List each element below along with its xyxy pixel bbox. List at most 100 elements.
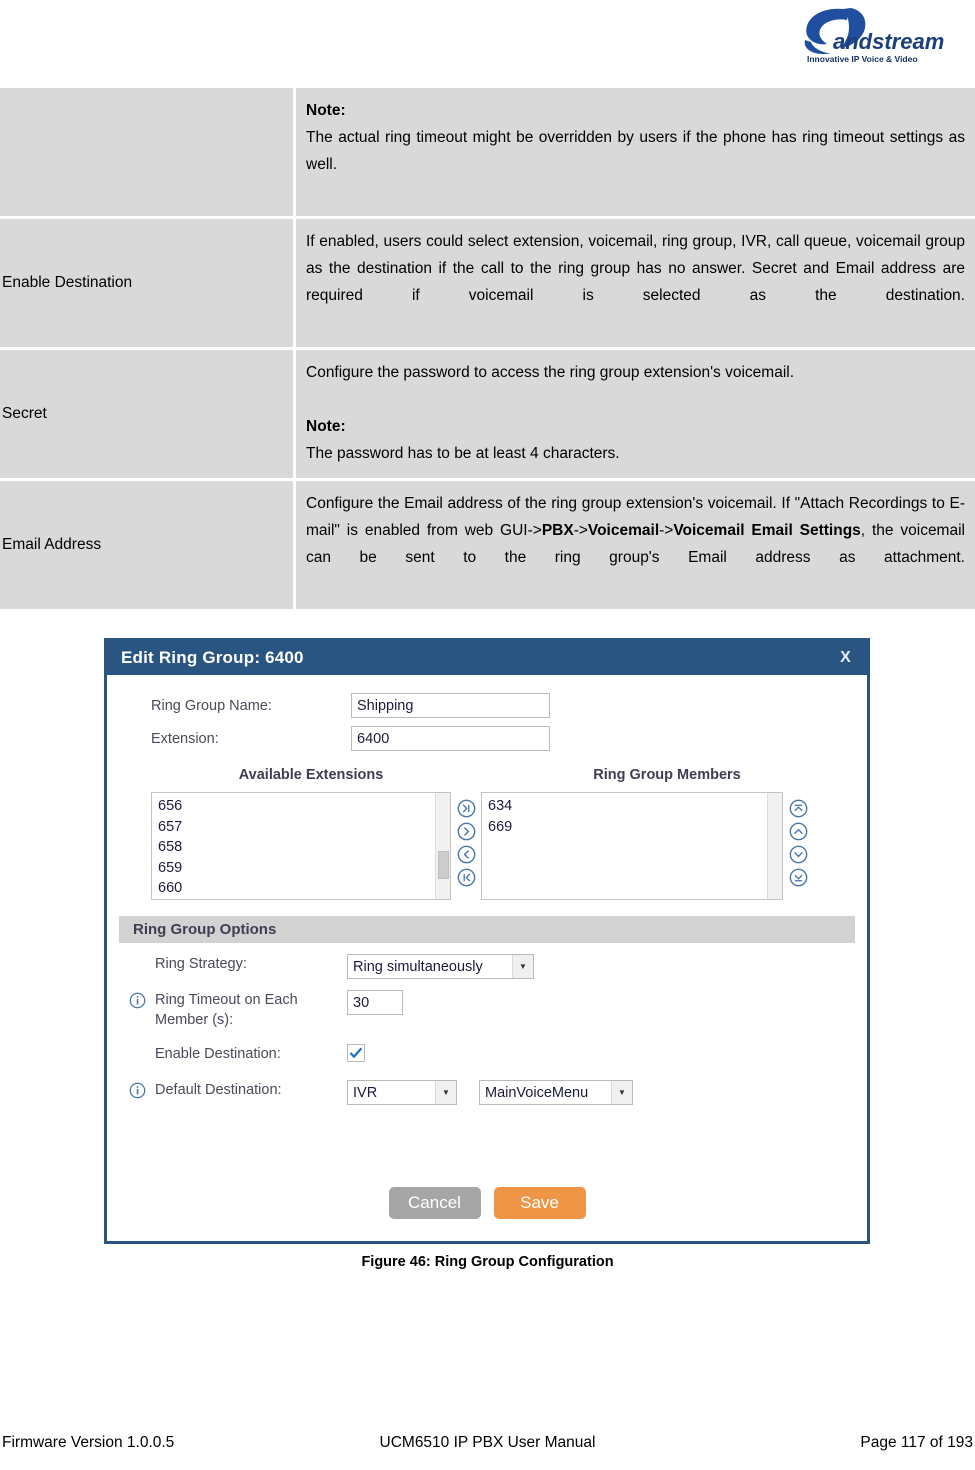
desc-bold-pbx: PBX [541,522,574,539]
available-extensions-items: 656 657 658 659 660 661 [152,793,450,900]
document-page: andstream Innovative IP Voice & Video No… [0,0,975,1470]
footer-manual-title: UCM6510 IP PBX User Manual [379,1434,596,1451]
chevron-down-icon: ▼ [512,955,533,978]
save-button[interactable]: Save [493,1187,586,1219]
ring-group-options-header: Ring Group Options [119,916,855,943]
row-label-enable-destination: Enable Destination [0,216,296,347]
default-destination-target-select[interactable]: MainVoiceMenu ▼ [479,1080,633,1105]
list-item[interactable]: 660 [158,878,450,899]
row-description-enable-destination: If enabled, users could select extension… [296,216,975,347]
ring-group-members-list[interactable]: 634 669 [481,792,783,900]
dialog-button-row: Cancel Save [107,1187,867,1219]
ring-group-name-input[interactable]: Shipping [351,693,550,718]
chevron-down-icon: ▼ [611,1081,632,1104]
list-item[interactable]: 661 [158,899,450,900]
info-icon-wrapper [129,990,155,1014]
footer-firmware-version: Firmware Version 1.0.0.5 [2,1434,175,1451]
dual-list-headers: Available Extensions Ring Group Members [107,767,867,783]
description-text: Configure the password to access the rin… [306,364,795,381]
note-heading: Note: [306,102,346,119]
move-all-right-icon[interactable] [457,799,476,818]
default-destination-label: Default Destination: [155,1082,282,1098]
move-up-icon[interactable] [789,822,808,841]
dual-list-container: 656 657 658 659 660 661 [107,792,867,900]
available-list-scrollbar[interactable] [435,793,450,899]
ring-timeout-input[interactable]: 30 [347,990,403,1015]
cancel-button[interactable]: Cancel [388,1187,481,1219]
table-row: Enable Destination If enabled, users cou… [0,216,975,347]
ring-strategy-label: Ring Strategy: [155,956,247,972]
option-row-ring-timeout: Ring Timeout on Each Member (s): 30 [107,990,867,1030]
ring-group-members-items: 634 669 [482,793,782,837]
extension-input[interactable]: 6400 [351,726,550,751]
list-item[interactable]: 656 [158,796,450,817]
settings-description-table: Note: The actual ring timeout might be o… [0,88,975,609]
default-destination-target-value: MainVoiceMenu [485,1084,589,1101]
field-row-extension: Extension: 6400 [107,726,867,751]
edit-ring-group-dialog: Edit Ring Group: 6400 X Ring Group Name:… [104,638,870,1244]
list-item[interactable]: 659 [158,858,450,879]
table-row: Secret Configure the password to access … [0,347,975,478]
ring-strategy-select[interactable]: Ring simultaneously ▼ [347,954,534,979]
field-row-ring-group-name: Ring Group Name: Shipping [107,693,867,718]
note-body: The password has to be at least 4 charac… [306,445,620,462]
option-row-enable-destination: Enable Destination: [107,1044,867,1064]
ring-group-name-label: Ring Group Name: [151,697,272,714]
list-item[interactable]: 658 [158,837,450,858]
dialog-titlebar: Edit Ring Group: 6400 X [107,641,867,675]
info-icon[interactable] [129,1082,146,1099]
row-label-secret: Secret [0,347,296,478]
description-text: If enabled, users could select extension… [306,233,965,304]
list-item[interactable]: 634 [488,796,782,817]
available-extensions-list[interactable]: 656 657 658 659 660 661 [151,792,451,900]
grandstream-logo: andstream Innovative IP Voice & Video [791,4,967,66]
chevron-down-icon: ▼ [435,1081,456,1104]
move-left-icon[interactable] [457,845,476,864]
list-item[interactable]: 657 [158,817,450,838]
move-down-icon[interactable] [789,845,808,864]
transfer-button-column [451,792,481,887]
table-row: Email Address Configure the Email addres… [0,478,975,609]
info-icon-wrapper [129,1080,155,1104]
available-extensions-header: Available Extensions [238,767,384,783]
dialog-title: Edit Ring Group: 6400 [121,648,304,667]
svg-text:Innovative IP Voice & Video: Innovative IP Voice & Video [807,54,918,64]
page-footer: Firmware Version 1.0.0.5 UCM6510 IP PBX … [0,1434,975,1452]
desc-bold-voicemail-email-settings: Voicemail Email Settings [673,522,861,539]
list-item[interactable]: 669 [488,817,782,838]
move-top-icon[interactable] [789,799,808,818]
check-icon [349,1047,363,1059]
svg-text:andstream: andstream [833,29,944,54]
desc-part-2: -> [573,522,588,539]
order-button-column [783,792,813,887]
option-row-ring-strategy: Ring Strategy: Ring simultaneously ▼ [107,954,867,979]
close-icon[interactable]: X [836,649,855,667]
row-label-note [0,88,296,216]
row-description-note: Note: The actual ring timeout might be o… [296,88,975,216]
row-description-email-address: Configure the Email address of the ring … [296,478,975,609]
footer-page-number: Page 117 of 193 [860,1434,973,1451]
move-all-left-icon[interactable] [457,868,476,887]
option-row-default-destination: Default Destination: IVR ▼ MainVoiceMenu… [107,1080,867,1105]
dialog-body: Ring Group Name: Shipping Extension: 640… [107,675,867,1241]
note-heading: Note: [306,418,346,435]
extension-label: Extension: [151,730,219,747]
move-bottom-icon[interactable] [789,868,808,887]
desc-part-3: -> [659,522,674,539]
members-list-scrollbar[interactable] [767,793,782,899]
table-row: Note: The actual ring timeout might be o… [0,88,975,216]
ring-group-members-header: Ring Group Members [593,767,741,783]
default-destination-type-select[interactable]: IVR ▼ [347,1080,457,1105]
row-description-secret: Configure the password to access the rin… [296,347,975,478]
enable-destination-label: Enable Destination: [155,1046,281,1062]
desc-bold-voicemail: Voicemail [587,522,660,539]
scrollbar-thumb[interactable] [438,851,449,879]
row-label-email-address: Email Address [0,478,296,609]
enable-destination-checkbox[interactable] [347,1044,365,1062]
default-destination-type-value: IVR [353,1084,378,1101]
info-icon[interactable] [129,992,146,1009]
move-right-icon[interactable] [457,822,476,841]
